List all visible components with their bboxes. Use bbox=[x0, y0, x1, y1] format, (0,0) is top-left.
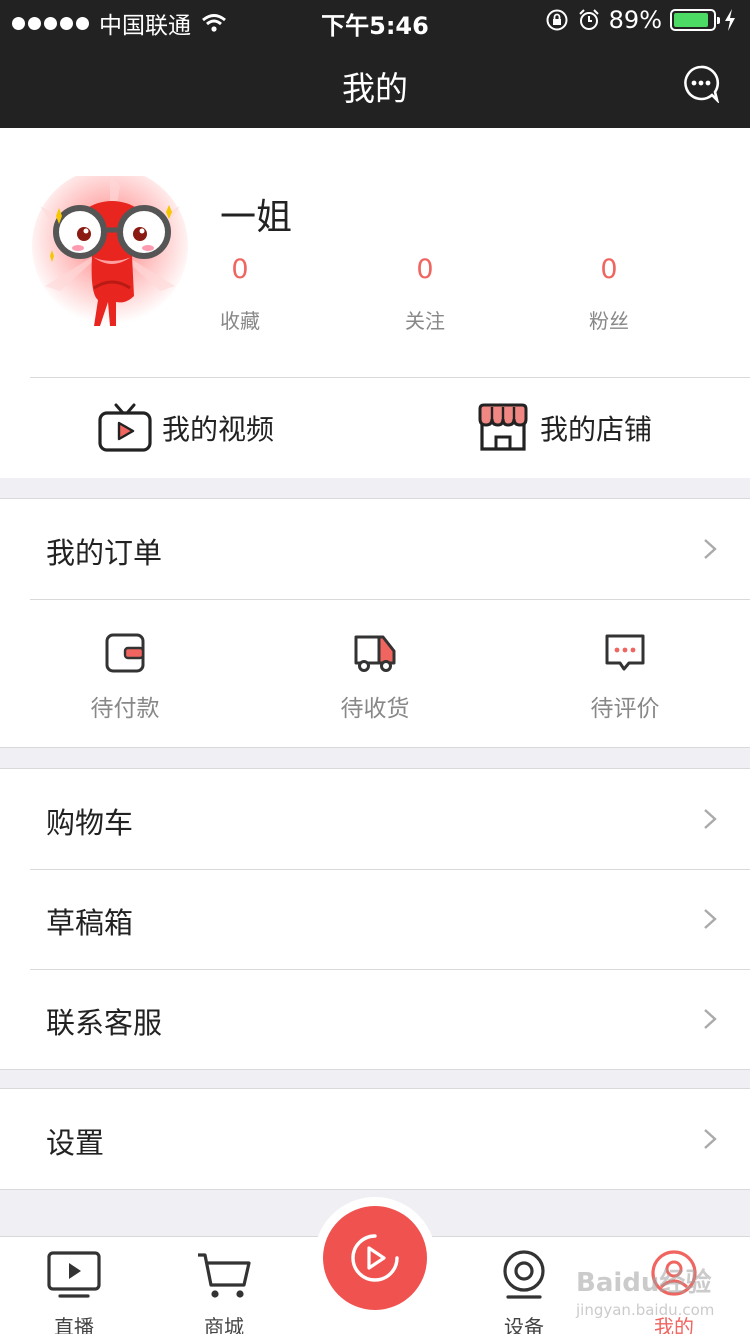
chevron-right-icon bbox=[704, 539, 717, 559]
tab-live[interactable]: 直播 bbox=[24, 1249, 124, 1334]
stat-favorites[interactable]: 0 收藏 bbox=[180, 254, 300, 334]
watermark-url: jingyan.baidu.com bbox=[576, 1301, 715, 1319]
watermark-brand: Baidu经验 bbox=[576, 1268, 712, 1298]
username: 一姐 bbox=[220, 197, 293, 238]
my-videos-button[interactable]: 我的视频 bbox=[98, 378, 274, 478]
chevron-right-icon bbox=[704, 1009, 717, 1029]
center-play-button[interactable] bbox=[323, 1206, 427, 1310]
chevron-right-icon bbox=[704, 1129, 717, 1149]
alarm-icon bbox=[578, 9, 599, 30]
play-circle-icon bbox=[351, 1234, 399, 1282]
shopping-cart-row[interactable]: 购物车 bbox=[0, 769, 750, 869]
stat-label: 关注 bbox=[405, 309, 445, 333]
pending-payment-label: 待付款 bbox=[90, 696, 160, 722]
camera-device-icon bbox=[503, 1250, 545, 1299]
truck-icon bbox=[354, 635, 396, 672]
my-videos-label: 我的视频 bbox=[162, 413, 275, 446]
stat-value: 0 bbox=[416, 254, 434, 285]
status-bar: 中国联通 下午5:46 89% bbox=[0, 0, 750, 40]
stat-label: 收藏 bbox=[220, 309, 260, 333]
tab-mall[interactable]: 商城 bbox=[174, 1249, 274, 1334]
message-icon[interactable] bbox=[682, 65, 720, 103]
stat-fans[interactable]: 0 粉丝 bbox=[549, 254, 669, 334]
charging-icon bbox=[725, 9, 735, 31]
status-right: 89% bbox=[545, 6, 736, 34]
stat-following[interactable]: 0 关注 bbox=[365, 254, 485, 334]
cart-icon bbox=[198, 1253, 251, 1298]
tab-label: 商城 bbox=[204, 1315, 244, 1334]
my-store-button[interactable]: 我的店铺 bbox=[476, 378, 652, 478]
drafts-label: 草稿箱 bbox=[46, 906, 134, 940]
settings-row[interactable]: 设置 bbox=[0, 1089, 750, 1189]
page-title: 我的 bbox=[342, 69, 408, 108]
drafts-row[interactable]: 草稿箱 bbox=[0, 869, 750, 969]
chevron-right-icon bbox=[704, 809, 717, 829]
stat-value: 0 bbox=[231, 254, 249, 285]
pending-delivery-label: 待收货 bbox=[340, 696, 410, 722]
live-tv-icon bbox=[47, 1251, 101, 1298]
my-orders-row[interactable]: 我的订单 bbox=[0, 499, 750, 599]
top-bar: 中国联通 下午5:46 89% 我的 bbox=[0, 0, 750, 128]
customer-service-row[interactable]: 联系客服 bbox=[0, 969, 750, 1069]
tab-label: 设备 bbox=[504, 1315, 544, 1334]
customer-service-label: 联系客服 bbox=[46, 1006, 163, 1040]
rotation-lock-icon bbox=[546, 9, 568, 31]
battery-icon bbox=[670, 9, 720, 31]
my-orders-label: 我的订单 bbox=[46, 536, 163, 570]
pending-payment-button[interactable]: 待付款 bbox=[50, 631, 200, 723]
chevron-right-icon bbox=[704, 909, 717, 929]
settings-label: 设置 bbox=[46, 1126, 105, 1160]
menu-section: 购物车 草稿箱 联系客服 bbox=[0, 768, 750, 1070]
battery-percent: 89% bbox=[608, 6, 662, 34]
pending-delivery-button[interactable]: 待收货 bbox=[300, 631, 450, 723]
tab-device[interactable]: 设备 bbox=[474, 1249, 574, 1334]
pending-review-button[interactable]: 待评价 bbox=[550, 631, 700, 723]
settings-section: 设置 bbox=[0, 1088, 750, 1190]
watermark: Baidu经验 jingyan.baidu.com bbox=[576, 1262, 714, 1319]
tv-video-icon bbox=[98, 403, 152, 452]
shopping-cart-label: 购物车 bbox=[46, 806, 134, 840]
wallet-icon bbox=[105, 633, 145, 673]
stat-label: 粉丝 bbox=[589, 309, 629, 333]
tab-label: 直播 bbox=[54, 1315, 94, 1334]
order-status-row: 待付款 待收货 待评价 bbox=[0, 599, 750, 747]
comment-icon bbox=[605, 634, 645, 671]
pending-review-label: 待评价 bbox=[590, 696, 660, 722]
orders-section: 我的订单 待付款 待收货 待评价 bbox=[0, 498, 750, 748]
profile-card: 一姐 0 收藏 0 关注 0 粉丝 我的视频 我的店铺 bbox=[0, 128, 750, 478]
avatar[interactable] bbox=[30, 176, 190, 336]
stat-value: 0 bbox=[600, 254, 618, 285]
store-icon bbox=[478, 403, 528, 451]
my-store-label: 我的店铺 bbox=[540, 413, 653, 446]
